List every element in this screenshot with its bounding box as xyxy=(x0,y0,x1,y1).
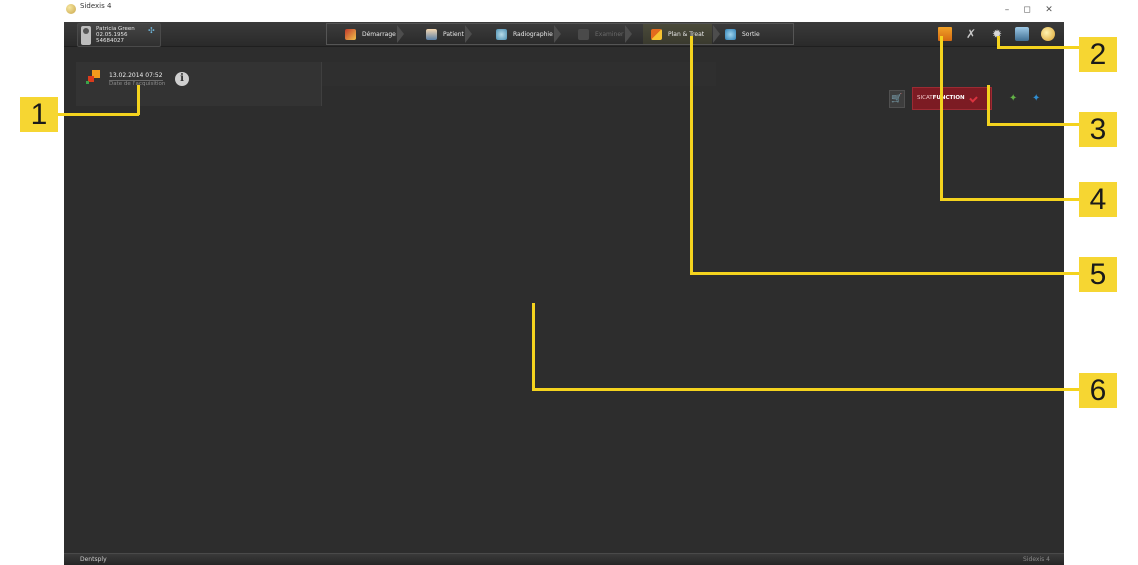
green-app-icon[interactable]: ✦ xyxy=(1009,94,1019,104)
tab-label: Patient xyxy=(443,30,464,38)
sicat-prefix: SICAT xyxy=(917,95,933,101)
start-icon xyxy=(345,28,356,40)
tab-radiographie[interactable]: Radiographie xyxy=(496,24,561,44)
close-button[interactable]: ✕ xyxy=(1036,0,1062,20)
callout-line xyxy=(987,123,1081,126)
callout-line xyxy=(940,198,1081,201)
exam-icon xyxy=(578,28,589,40)
top-toolbar: Patricia Green 02.05.1956 54684027 ✣ Dém… xyxy=(64,22,1064,47)
exit-icon xyxy=(725,28,736,40)
check-icon xyxy=(969,94,978,103)
callout-line xyxy=(690,272,1081,275)
volume-square xyxy=(86,81,89,84)
window-title: Sidexis 4 xyxy=(80,2,112,10)
workflow-bar: Démarrage Patient Radiographie Examiner xyxy=(326,23,794,45)
application-window: Sidexis 4 – ◻ ✕ Patricia Green 02.05.195… xyxy=(64,0,1064,565)
user-icon[interactable] xyxy=(1041,27,1055,41)
callout-line xyxy=(532,303,535,390)
tab-examiner: Examiner xyxy=(578,24,632,44)
callout-line xyxy=(987,85,990,125)
callout-line xyxy=(997,46,1081,49)
callout-4: 4 xyxy=(1079,182,1117,217)
callout-line xyxy=(532,388,1081,391)
cart-icon[interactable]: 🛒 xyxy=(889,90,905,108)
tab-label: Plan & Treat xyxy=(668,30,705,38)
callout-1: 1 xyxy=(20,97,58,132)
title-bar: Sidexis 4 – ◻ ✕ xyxy=(64,0,1064,22)
callout-5: 5 xyxy=(1079,257,1117,292)
monitor-icon[interactable] xyxy=(1015,27,1029,41)
chevron-separator xyxy=(464,25,472,43)
info-icon[interactable]: i xyxy=(175,72,189,86)
tab-label: Radiographie xyxy=(513,30,553,38)
callout-2: 2 xyxy=(1079,37,1117,72)
patient-icon xyxy=(426,28,437,40)
version-label: Sidexis 4 xyxy=(1023,556,1050,563)
acquisition-panel[interactable]: 13.02.2014 07:52 Date de l'acquisition i xyxy=(76,62,322,106)
app-icon xyxy=(66,4,76,14)
tab-plan-treat[interactable]: Plan & Treat xyxy=(643,24,721,44)
workspace: Patricia Green 02.05.1956 54684027 ✣ Dém… xyxy=(64,22,1064,565)
sicat-name: FUNCTION xyxy=(932,95,965,101)
tab-label: Examiner xyxy=(595,30,624,38)
volume-icon xyxy=(86,70,102,84)
callout-3: 3 xyxy=(1079,112,1117,147)
acquisition-date: 13.02.2014 07:52 xyxy=(109,72,163,81)
sicat-function-button[interactable]: SICATFUNCTION xyxy=(912,87,992,110)
patient-id: 54684027 xyxy=(96,38,124,44)
tab-patient[interactable]: Patient xyxy=(426,24,472,44)
callout-line xyxy=(690,36,693,274)
patient-switch-icon[interactable]: ✣ xyxy=(148,26,157,35)
chevron-separator xyxy=(713,25,721,43)
plan-treat-icon xyxy=(651,28,662,40)
object-bar: 13.02.2014 07:52 Date de l'acquisition i… xyxy=(76,62,1054,110)
callout-line xyxy=(137,85,140,115)
callout-line xyxy=(940,36,943,200)
tab-demarrage[interactable]: Démarrage xyxy=(345,24,404,44)
callout-line xyxy=(58,113,139,116)
chevron-separator xyxy=(624,25,632,43)
tab-label: Sortie xyxy=(742,30,760,38)
xray-icon xyxy=(496,28,507,40)
blue-app-icon[interactable]: ✦ xyxy=(1032,93,1044,105)
patient-avatar xyxy=(81,26,91,45)
patient-card[interactable]: Patricia Green 02.05.1956 54684027 ✣ xyxy=(77,23,161,47)
tools-icon[interactable]: ✗ xyxy=(964,27,978,41)
status-bar: Dentsply Sidexis 4 xyxy=(64,553,1064,565)
callout-6: 6 xyxy=(1079,373,1117,408)
tab-sortie[interactable]: Sortie xyxy=(725,24,760,44)
tab-label: Démarrage xyxy=(362,30,396,38)
object-bar-middle xyxy=(322,62,716,86)
brand-label: Dentsply xyxy=(80,556,107,563)
chevron-separator xyxy=(396,25,404,43)
chevron-separator xyxy=(553,25,561,43)
